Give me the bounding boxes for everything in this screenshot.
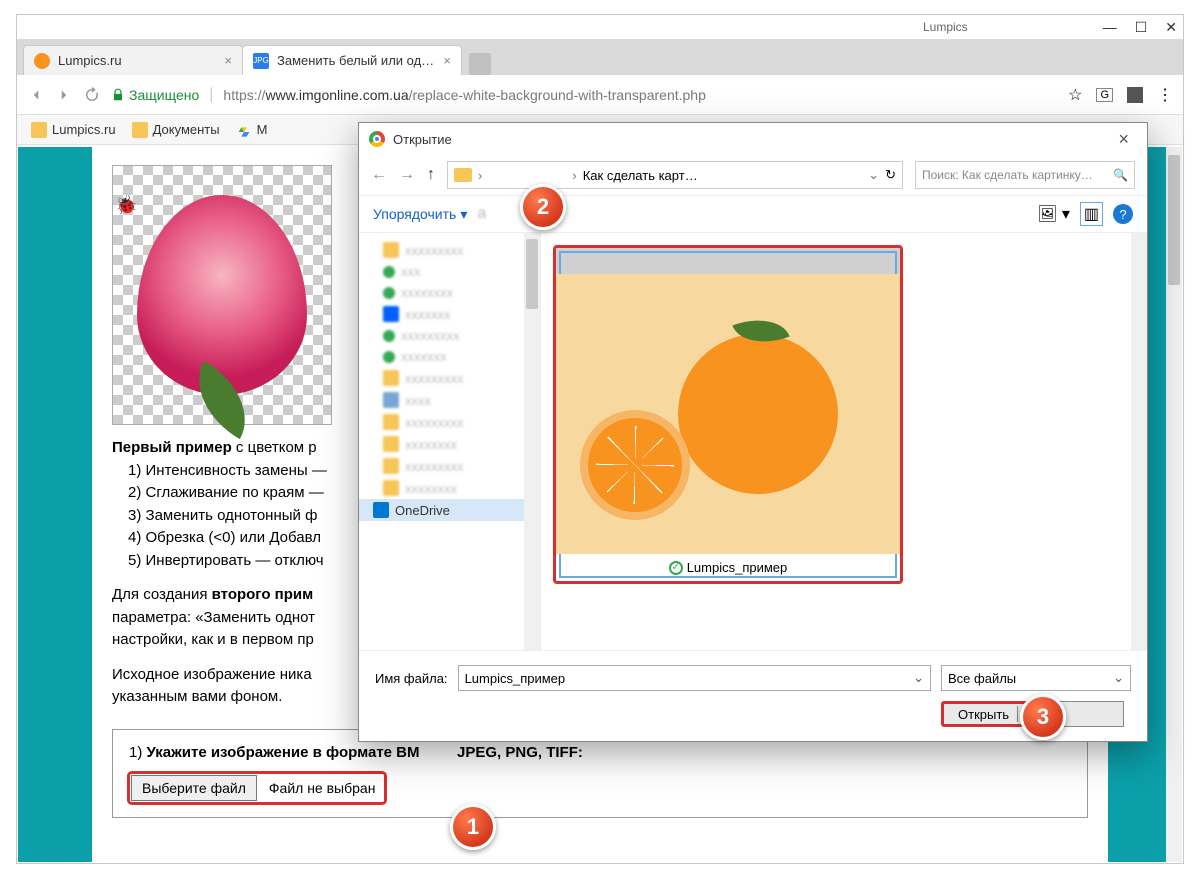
search-placeholder: Поиск: Как сделать картинку… <box>922 168 1093 182</box>
reload-icon[interactable] <box>83 86 101 104</box>
translate-icon[interactable]: G <box>1096 88 1113 102</box>
page-scrollbar[interactable] <box>1166 147 1182 862</box>
help-icon[interactable]: ? <box>1113 204 1133 224</box>
tab-close-icon[interactable]: × <box>224 53 232 68</box>
back-icon[interactable] <box>27 86 45 104</box>
browser-tab[interactable]: Lumpics.ru × <box>23 45 243 75</box>
window-controls: — ☐ ✕ <box>1103 19 1177 36</box>
address-bar-row: Защищено | https://www.imgonline.com.ua/… <box>17 75 1183 115</box>
view-icon[interactable]: 🖼 ▾ <box>1037 204 1070 224</box>
filename-label: Имя файла: <box>375 671 448 686</box>
file-thumbnail-selected[interactable]: ✓ Lumpics_пример <box>553 245 903 584</box>
file-open-dialog: Открытие × ← → ↑ › XXXXXXXXX › Как сдела… <box>358 122 1148 742</box>
close-icon[interactable]: ✕ <box>1165 19 1177 36</box>
chrome-icon <box>369 131 385 147</box>
breadcrumb-path[interactable]: › XXXXXXXXX › Как сделать карт… ⌄ ↻ <box>447 161 903 189</box>
folder-tree[interactable]: xxxxxxxxx xxx xxxxxxxx xxxxxxx xxxxxxxxx… <box>359 233 541 650</box>
browser-tabs: Lumpics.ru × JPG Заменить белый или од… … <box>17 39 1183 75</box>
tree-scrollbar[interactable] <box>524 233 540 650</box>
dialog-search-input[interactable]: Поиск: Как сделать картинку… 🔍 <box>915 161 1135 189</box>
lock-icon <box>111 88 125 102</box>
chevron-right-icon: › <box>572 168 576 183</box>
folder-icon <box>454 168 472 182</box>
secure-label: Защищено <box>129 87 199 103</box>
choose-file-button[interactable]: Выберите файл <box>131 775 257 801</box>
filename-input[interactable]: Lumpics_пример ⌄ <box>458 665 931 691</box>
tab-label: Заменить белый или од… <box>277 53 434 68</box>
gdrive-icon <box>236 122 252 138</box>
extension-icon[interactable] <box>1127 87 1143 103</box>
menu-icon[interactable]: ⋮ <box>1157 85 1173 105</box>
callout-badge-3: 3 <box>1020 694 1066 740</box>
maximize-icon[interactable]: ☐ <box>1135 19 1148 36</box>
dialog-title: Открытие <box>393 132 452 147</box>
nav-back-icon[interactable]: ← <box>371 166 387 184</box>
organize-dropdown[interactable]: Упорядочить ▾ <box>373 206 467 223</box>
form-step-label: 1) Укажите изображение в формате BM JPEG… <box>129 744 1071 761</box>
file-status-label: Файл не выбран <box>261 776 384 800</box>
address-bar[interactable]: https://www.imgonline.com.ua/replace-whi… <box>223 87 1058 103</box>
new-tab-button[interactable] <box>469 53 491 75</box>
file-list[interactable]: ✓ Lumpics_пример <box>541 233 1147 650</box>
decorative-icon: 🐞 <box>115 195 137 216</box>
tab-close-icon[interactable]: × <box>443 53 451 68</box>
bookmark-item[interactable]: Lumpics.ru <box>31 122 116 138</box>
callout-badge-1: 1 <box>450 804 496 850</box>
dialog-close-icon[interactable]: × <box>1110 129 1137 150</box>
chevron-down-icon: ▾ <box>460 206 467 223</box>
chevron-down-icon[interactable]: ⌄ <box>1113 670 1124 686</box>
bookmark-item[interactable]: Документы <box>132 122 220 138</box>
dialog-titlebar: Открытие × <box>359 123 1147 155</box>
nav-up-icon[interactable]: ↑ <box>427 166 435 184</box>
chevron-right-icon: › <box>478 168 482 183</box>
chevron-down-icon[interactable]: ⌄ <box>913 670 924 686</box>
nav-forward-icon[interactable]: → <box>399 166 415 184</box>
example-image <box>112 165 332 425</box>
forward-icon[interactable] <box>55 86 73 104</box>
preview-pane-icon[interactable]: ▥ <box>1080 202 1103 226</box>
tree-item-onedrive[interactable]: OneDrive <box>359 499 540 521</box>
folder-icon <box>132 122 148 138</box>
thumbnail-caption: ✓ Lumpics_пример <box>556 554 900 581</box>
chevron-down-icon[interactable]: ⌄ <box>868 167 879 183</box>
thumbnail-image <box>556 274 900 554</box>
window-title: Lumpics <box>923 20 968 34</box>
dialog-nav-row: ← → ↑ › XXXXXXXXX › Как сделать карт… ⌄ … <box>359 155 1147 195</box>
favicon-icon: JPG <box>253 53 269 69</box>
secure-indicator[interactable]: Защищено <box>111 87 199 103</box>
address-actions: ☆ G ⋮ <box>1068 85 1173 105</box>
minimize-icon[interactable]: — <box>1103 19 1117 36</box>
dialog-toolbar: Упорядочить ▾ а 🖼 ▾ ▥ ? <box>359 195 1147 233</box>
favicon-icon <box>34 53 50 69</box>
star-icon[interactable]: ☆ <box>1068 85 1082 105</box>
bookmark-item[interactable]: M <box>236 122 268 138</box>
callout-badge-2: 2 <box>520 184 566 230</box>
refresh-icon[interactable]: ↻ <box>885 167 896 183</box>
file-input-group: Выберите файл Файл не выбран <box>129 773 385 803</box>
window-titlebar: Lumpics — ☐ ✕ <box>17 15 1183 39</box>
file-type-filter[interactable]: Все файлы ⌄ <box>941 665 1131 691</box>
folder-icon <box>31 122 47 138</box>
tab-label: Lumpics.ru <box>58 53 122 68</box>
content-scrollbar[interactable] <box>1131 233 1147 650</box>
browser-tab-active[interactable]: JPG Заменить белый или од… × <box>242 45 462 75</box>
onedrive-icon <box>373 502 389 518</box>
dialog-body: xxxxxxxxx xxx xxxxxxxx xxxxxxx xxxxxxxxx… <box>359 233 1147 650</box>
search-icon: 🔍 <box>1113 168 1128 182</box>
sync-check-icon: ✓ <box>669 561 683 575</box>
